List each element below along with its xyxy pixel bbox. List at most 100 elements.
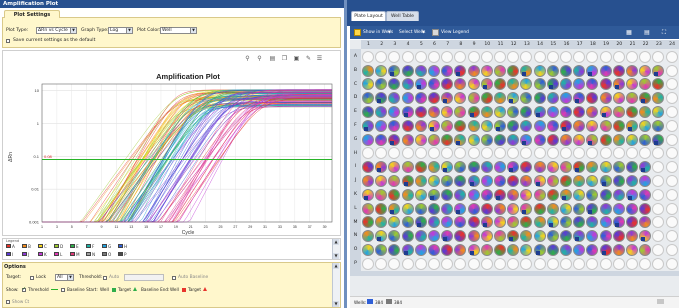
- plate-well[interactable]: [362, 188, 374, 201]
- list-view-icon[interactable]: ▤: [643, 29, 651, 36]
- column-label[interactable]: 11: [494, 40, 507, 49]
- plate-well[interactable]: [533, 188, 546, 201]
- plate-well[interactable]: [612, 64, 625, 77]
- plate-well[interactable]: [375, 64, 388, 77]
- plate-well[interactable]: [612, 202, 625, 215]
- plate-well[interactable]: [480, 244, 493, 256]
- plate-well[interactable]: [362, 244, 374, 256]
- plate-well[interactable]: [480, 106, 493, 118]
- plate-well[interactable]: [626, 133, 638, 146]
- row-label[interactable]: I: [350, 160, 361, 174]
- row-label[interactable]: E: [350, 105, 361, 119]
- scroll-up-icon[interactable]: ▲: [333, 263, 339, 269]
- plate-well[interactable]: [546, 230, 559, 243]
- save-image-icon[interactable]: ▣: [293, 55, 300, 62]
- plate-well[interactable]: [401, 175, 414, 187]
- scroll-down-icon[interactable]: ▼: [333, 301, 339, 307]
- plate-well-empty[interactable]: [480, 257, 493, 270]
- plate-well[interactable]: [428, 188, 440, 201]
- column-label[interactable]: 18: [586, 40, 599, 49]
- row-label[interactable]: B: [350, 64, 361, 78]
- plate-well[interactable]: [652, 133, 665, 146]
- plate-well[interactable]: [401, 230, 414, 243]
- plate-well[interactable]: [494, 202, 506, 215]
- column-label[interactable]: 17: [573, 40, 586, 49]
- plate-well[interactable]: [401, 133, 414, 146]
- plate-well-empty[interactable]: [639, 50, 652, 63]
- plate-well[interactable]: [467, 78, 480, 91]
- plate-well[interactable]: [414, 133, 427, 146]
- plate-well[interactable]: [573, 202, 586, 215]
- plate-well-empty[interactable]: [665, 147, 678, 160]
- plate-well[interactable]: [401, 92, 414, 105]
- plate-well[interactable]: [480, 133, 493, 146]
- graph-type-dropdown[interactable]: Log ▼: [108, 27, 133, 34]
- plate-well[interactable]: [546, 175, 559, 187]
- column-label[interactable]: 21: [626, 40, 639, 49]
- plate-well[interactable]: [467, 216, 480, 229]
- plate-well-empty[interactable]: [665, 50, 678, 63]
- plate-well[interactable]: [362, 175, 374, 187]
- plate-well[interactable]: [586, 133, 599, 146]
- plate-well[interactable]: [480, 119, 493, 132]
- plate-well[interactable]: [467, 188, 480, 201]
- plate-well-empty[interactable]: [467, 257, 480, 270]
- plate-well-empty[interactable]: [441, 257, 454, 270]
- plate-well[interactable]: [375, 188, 388, 201]
- row-label[interactable]: P: [350, 257, 361, 271]
- plate-well[interactable]: [401, 64, 414, 77]
- plate-well[interactable]: [546, 133, 559, 146]
- plate-well[interactable]: [362, 133, 374, 146]
- plate-well-empty[interactable]: [533, 50, 546, 63]
- plate-well[interactable]: [441, 119, 454, 132]
- plate-well[interactable]: [401, 78, 414, 91]
- row-label[interactable]: A: [350, 50, 361, 64]
- plate-well[interactable]: [599, 78, 612, 91]
- column-label[interactable]: 13: [520, 40, 533, 49]
- zoom-in-icon[interactable]: ⚲: [244, 55, 251, 62]
- row-label[interactable]: D: [350, 91, 361, 105]
- plate-well[interactable]: [480, 92, 493, 105]
- threshold-input[interactable]: [124, 274, 164, 281]
- plate-well-empty[interactable]: [560, 257, 572, 270]
- plate-well[interactable]: [599, 216, 612, 229]
- plate-well-empty[interactable]: [665, 119, 678, 132]
- column-label[interactable]: 5: [415, 40, 428, 49]
- plate-well-empty[interactable]: [480, 50, 493, 63]
- legend-icon[interactable]: [432, 29, 439, 36]
- auto-baseline-checkbox[interactable]: [172, 276, 176, 280]
- plate-well[interactable]: [467, 244, 480, 256]
- plate-well[interactable]: [533, 133, 546, 146]
- column-label[interactable]: 4: [402, 40, 415, 49]
- target-dropdown[interactable]: All ▼: [55, 274, 74, 281]
- plate-well-empty[interactable]: [401, 50, 414, 63]
- plate-well-empty[interactable]: [467, 147, 480, 160]
- plate-well[interactable]: [546, 244, 559, 256]
- plate-well-empty[interactable]: [665, 133, 678, 146]
- grid-view-icon[interactable]: ▦: [625, 29, 633, 36]
- plot-type-dropdown[interactable]: ΔRn vs Cycle ▼: [36, 27, 77, 34]
- plate-well[interactable]: [546, 106, 559, 118]
- column-label[interactable]: 19: [600, 40, 613, 49]
- plate-well[interactable]: [362, 119, 374, 132]
- show-in-wells-icon[interactable]: [354, 29, 361, 36]
- plate-well[interactable]: [599, 92, 612, 105]
- plate-well[interactable]: [599, 133, 612, 146]
- plate-well[interactable]: [467, 161, 480, 174]
- baseline-start-checkbox[interactable]: [61, 288, 65, 292]
- plate-well[interactable]: [599, 175, 612, 187]
- plate-well-empty[interactable]: [546, 50, 559, 63]
- plate-well-empty[interactable]: [665, 230, 678, 243]
- plate-well-empty[interactable]: [401, 147, 414, 160]
- plate-well[interactable]: [599, 106, 612, 118]
- plate-well[interactable]: [388, 64, 401, 77]
- plate-well[interactable]: [546, 202, 559, 215]
- plate-well-empty[interactable]: [546, 257, 559, 270]
- plate-well-empty[interactable]: [665, 244, 678, 256]
- plate-well-empty[interactable]: [599, 50, 612, 63]
- plate-well-empty[interactable]: [414, 257, 427, 270]
- plate-well-empty[interactable]: [665, 202, 678, 215]
- zoom-out-icon[interactable]: ⚲: [256, 55, 263, 62]
- show-ct-checkbox[interactable]: [6, 300, 10, 304]
- row-label[interactable]: H: [350, 147, 361, 161]
